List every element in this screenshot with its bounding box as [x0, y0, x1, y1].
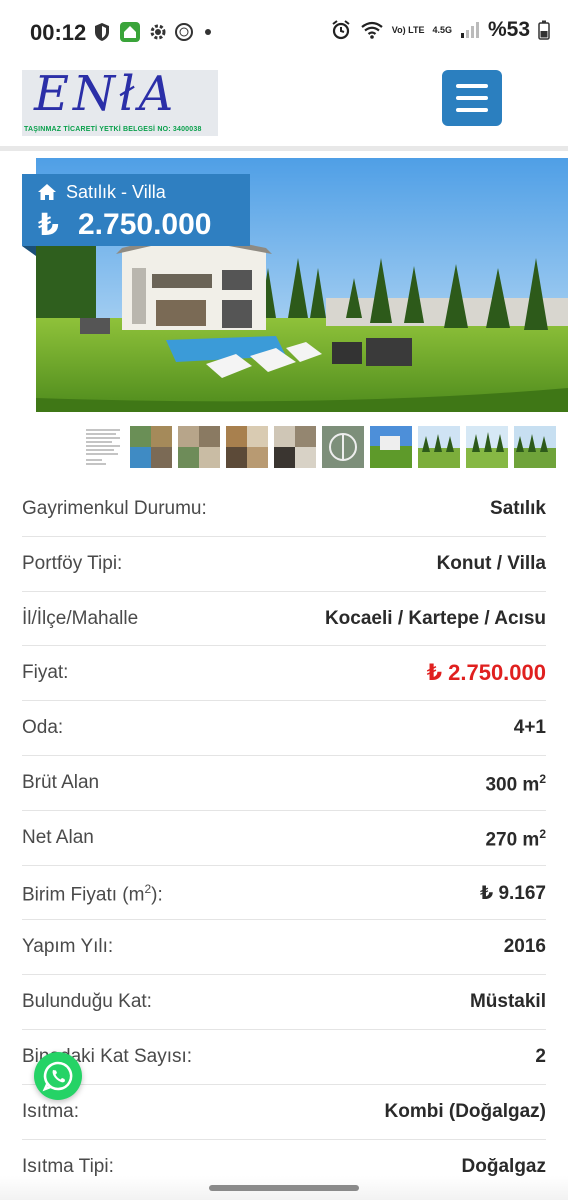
- gesture-home-bar[interactable]: [209, 1185, 359, 1191]
- thumbnail-photo[interactable]: [514, 426, 556, 468]
- detail-label: İl/İlçe/Mahalle: [22, 607, 139, 629]
- thumbnail-photo[interactable]: [418, 426, 460, 468]
- thumbnail-photo[interactable]: [274, 426, 316, 468]
- detail-value: 2016: [503, 936, 546, 958]
- detail-label: Bulunduğu Kat:: [22, 991, 152, 1013]
- currency-symbol: ₺: [38, 209, 59, 242]
- detail-row: Bulunduğu Kat: Müstakil: [22, 975, 546, 1030]
- thumbnail-photo[interactable]: [466, 426, 508, 468]
- property-details-table: Gayrimenkul Durumu: Satılık Portföy Tipi…: [22, 482, 546, 1195]
- hamburger-menu-button[interactable]: [442, 70, 502, 126]
- price-card-fold: [22, 246, 36, 256]
- detail-label: Yapım Yılı:: [22, 936, 114, 958]
- detail-value: 2: [535, 1045, 546, 1067]
- signal-icon: [460, 22, 479, 38]
- detail-row: Fiyat: ₺ 2.750.000: [22, 646, 546, 702]
- detail-value: 270 m2: [485, 827, 546, 851]
- detail-row: Birim Fiyatı (m2): ₺ 9.167: [22, 866, 546, 921]
- detail-label: Portföy Tipi:: [22, 552, 123, 574]
- home-icon: [38, 184, 56, 200]
- network-label: Vo) LTE: [391, 25, 425, 35]
- signal-type-label: 4.5G: [432, 25, 452, 35]
- detail-value: Kombi (Doğalgaz): [384, 1100, 547, 1122]
- detail-row: Net Alan 270 m2: [22, 811, 546, 866]
- detail-label: Oda:: [22, 717, 64, 739]
- detail-label: Gayrimenkul Durumu:: [22, 498, 207, 519]
- detail-label: Net Alan: [22, 826, 94, 848]
- area-value: 300 m: [485, 774, 540, 796]
- site-logo[interactable]: ENłA TAŞINMAZ TİCARETİ YETKİ BELGESİ NO:…: [22, 70, 218, 136]
- shield-icon: [95, 23, 109, 41]
- status-bar: 00:12 Vo) LTE 4.5G %53: [0, 0, 568, 64]
- detail-row: Portföy Tipi: Konut / Villa: [22, 537, 546, 592]
- site-header: ENłA TAŞINMAZ TİCARETİ YETKİ BELGESİ NO:…: [0, 64, 568, 146]
- wifi-icon: [361, 21, 383, 39]
- detail-label: Brüt Alan: [22, 771, 100, 793]
- thumbnail-photo[interactable]: [322, 426, 364, 468]
- clock-circle-icon: [175, 23, 193, 41]
- detail-value: Satılık: [490, 498, 546, 519]
- label-text: Birim Fiyatı (m: [22, 883, 145, 905]
- unit-exponent: 2: [539, 826, 546, 841]
- detail-label: Isıtma Tipi:: [22, 1155, 114, 1177]
- listing-type: Satılık - Villa: [66, 182, 166, 202]
- photo-thumbnail-strip: [82, 426, 556, 470]
- detail-value: 4+1: [513, 717, 546, 739]
- whatsapp-icon: [42, 1061, 73, 1092]
- gear-icon: [150, 24, 166, 40]
- detail-value: Müstakil: [469, 991, 546, 1013]
- unit-exponent: 2: [539, 771, 546, 786]
- logo-text: ENłA: [34, 70, 178, 122]
- price-value: ₺ 2.750.000: [426, 660, 546, 686]
- label-text-end: ):: [151, 883, 163, 905]
- thumbnail-document[interactable]: [82, 426, 124, 468]
- whatsapp-button[interactable]: [34, 1052, 82, 1100]
- thumbnail-photo[interactable]: [178, 426, 220, 468]
- menu-bar-icon: [456, 108, 488, 112]
- status-time: 00:12: [30, 20, 87, 45]
- detail-value: Kocaeli / Kartepe / Acısu: [324, 607, 546, 629]
- detail-row: Yapım Yılı: 2016: [22, 920, 546, 976]
- alarm-icon: [332, 20, 350, 40]
- detail-row: Oda: 4+1: [22, 701, 546, 756]
- thumbnail-photo[interactable]: [226, 426, 268, 468]
- detail-label: Birim Fiyatı (m2):: [22, 882, 163, 906]
- detail-value: Doğalgaz: [461, 1155, 546, 1177]
- detail-value: 300 m2: [485, 772, 546, 796]
- price-card: Satılık - Villa ₺ 2.750.000: [22, 174, 250, 246]
- status-right-group: Vo) LTE 4.5G %53: [330, 18, 550, 42]
- detail-value: Konut / Villa: [436, 552, 546, 574]
- detail-label: Fiyat:: [22, 662, 69, 684]
- battery-percent: %53: [487, 18, 530, 41]
- detail-value: ₺ 9.167: [479, 882, 546, 904]
- detail-label: Isıtma:: [22, 1100, 80, 1122]
- header-divider: [0, 146, 568, 151]
- more-dot-icon: [205, 29, 211, 35]
- battery-icon: [538, 20, 550, 40]
- area-value: 270 m: [485, 829, 540, 851]
- menu-bar-icon: [456, 84, 488, 88]
- thumbnail-photo[interactable]: [130, 426, 172, 468]
- detail-row: İl/İlçe/Mahalle Kocaeli / Kartepe / Acıs…: [22, 592, 546, 647]
- home-app-icon: [120, 22, 140, 42]
- logo-subtitle: TAŞINMAZ TİCARETİ YETKİ BELGESİ NO: 3400…: [24, 126, 202, 133]
- detail-row: Gayrimenkul Durumu: Satılık: [22, 482, 546, 537]
- detail-row: Binadaki Kat Sayısı: 2: [22, 1030, 546, 1085]
- listing-price: 2.750.000: [78, 208, 212, 241]
- detail-row: Brüt Alan 300 m2: [22, 756, 546, 811]
- detail-row: Isıtma: Kombi (Doğalgaz): [22, 1085, 546, 1140]
- menu-bar-icon: [456, 96, 488, 100]
- thumbnail-photo[interactable]: [370, 426, 412, 468]
